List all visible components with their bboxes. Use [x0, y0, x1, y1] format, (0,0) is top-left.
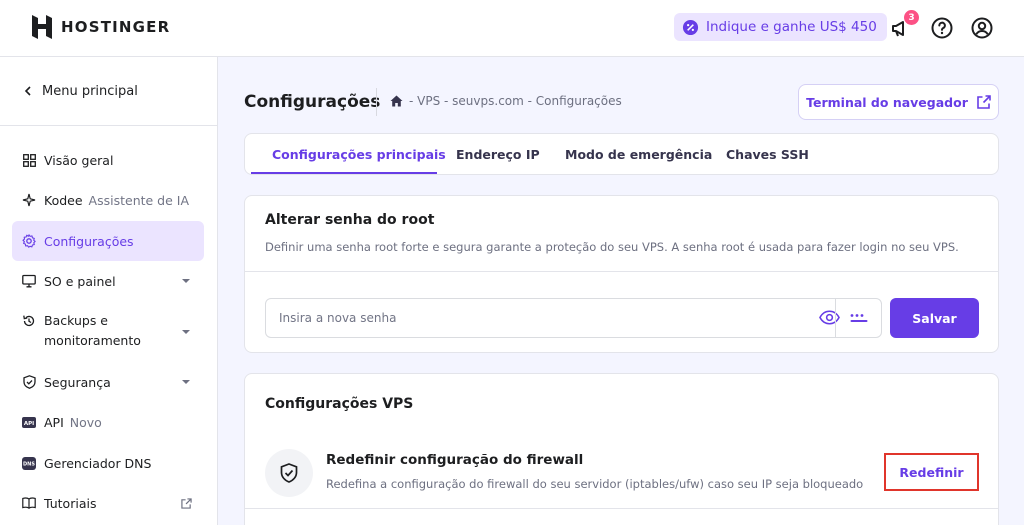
- card-divider: [245, 271, 998, 272]
- sidebar-item-overview[interactable]: Visão geral: [12, 149, 204, 171]
- svg-text:API: API: [24, 421, 34, 427]
- external-link-icon: [181, 497, 192, 509]
- dns-icon: DNS: [22, 456, 36, 470]
- title-divider: [376, 88, 377, 116]
- external-link-icon: [977, 95, 991, 109]
- chevron-down-icon: [182, 380, 190, 384]
- sidebar-item-label: SO e painel: [44, 273, 116, 289]
- root-password-card: Alterar senha do root Definir uma senha …: [244, 195, 999, 353]
- sidebar-item-settings[interactable]: Configurações: [12, 221, 204, 261]
- grid-icon: [22, 153, 36, 167]
- sidebar-item-os-panel[interactable]: SO e painel: [12, 270, 204, 292]
- sidebar-item-label: Segurança: [44, 374, 111, 390]
- sparkle-icon: [22, 193, 36, 207]
- chevron-down-icon: [182, 279, 190, 283]
- sidebar-item-label: Tutoriais: [44, 495, 97, 511]
- book-icon: [22, 496, 36, 510]
- sidebar-item-label: Kodee: [44, 192, 83, 208]
- firewall-reset-description: Redefina a configuração do firewall do s…: [326, 477, 864, 491]
- breadcrumb-path[interactable]: - VPS - seuvps.com - Configurações: [409, 94, 622, 108]
- monitor-icon: [22, 274, 36, 288]
- sidebar-item-label: Visão geral: [44, 152, 114, 168]
- password-placeholder: Insira a nova senha: [279, 311, 397, 325]
- vps-settings-title: Configurações VPS: [265, 396, 414, 412]
- referral-promo-button[interactable]: Indique e ganhe US$ 450: [674, 13, 887, 41]
- sidebar-item-dns[interactable]: DNS Gerenciador DNS: [12, 452, 204, 474]
- sidebar-item-tutorials[interactable]: Tutoriais: [12, 492, 204, 514]
- eye-icon[interactable]: [819, 310, 840, 325]
- help-button[interactable]: [930, 16, 954, 40]
- sidebar-item-label: Gerenciador DNS: [44, 455, 152, 471]
- firewall-icon-wrapper: [265, 449, 313, 497]
- root-password-title: Alterar senha do root: [265, 212, 435, 228]
- browser-terminal-label: Terminal do navegador: [806, 94, 968, 110]
- vps-settings-card: Configurações VPS Redefinir configuração…: [244, 373, 999, 525]
- chevron-down-icon: [182, 330, 190, 334]
- root-password-description: Definir uma senha root forte e segura ga…: [265, 240, 959, 254]
- sidebar-item-label: Backups e monitoramento: [44, 313, 141, 348]
- notifications-button[interactable]: 3: [889, 10, 919, 40]
- chevron-left-icon: [24, 86, 31, 96]
- sidebar-item-security[interactable]: Segurança: [12, 371, 204, 393]
- tab-ssh-keys[interactable]: Chaves SSH: [726, 134, 809, 175]
- user-avatar-icon: [971, 17, 993, 39]
- sidebar-item-extra: Novo: [69, 414, 102, 430]
- hostinger-logo-icon: [32, 15, 52, 39]
- notification-badge: 3: [904, 10, 919, 25]
- input-divider: [835, 299, 836, 337]
- shield-icon: [22, 375, 36, 389]
- sidebar-item-kodee[interactable]: Kodee Assistente de IA: [12, 189, 204, 211]
- sidebar-item-extra: Assistente de IA: [88, 192, 190, 208]
- tab-ip-address[interactable]: Endereço IP: [456, 134, 540, 175]
- browser-terminal-button[interactable]: Terminal do navegador: [798, 84, 999, 120]
- hostinger-logo[interactable]: HOSTINGER: [32, 15, 170, 39]
- breadcrumb: - VPS - seuvps.com - Configurações: [390, 94, 622, 108]
- active-tab-indicator: [251, 172, 437, 174]
- sidebar-item-label: Configurações: [44, 233, 134, 249]
- page-title: Configurações: [244, 92, 381, 112]
- back-to-main-menu[interactable]: Menu principal: [0, 57, 217, 126]
- discount-badge-icon: [682, 19, 699, 35]
- tab-main-settings[interactable]: Configurações principais: [272, 134, 446, 175]
- back-label: Menu principal: [42, 83, 138, 99]
- card-divider: [245, 508, 998, 509]
- account-button[interactable]: [970, 16, 994, 40]
- generate-password-icon[interactable]: [850, 314, 868, 323]
- promo-label: Indique e ganhe US$ 450: [706, 19, 877, 35]
- reset-firewall-button[interactable]: Redefinir: [884, 453, 979, 491]
- sidebar-item-backups[interactable]: Backups e monitoramento: [12, 311, 204, 353]
- sidebar-item-api[interactable]: API API Novo: [12, 411, 204, 433]
- api-icon: API: [22, 415, 36, 429]
- help-icon: [931, 17, 953, 39]
- sidebar: Menu principal Visão geral Kodee Assiste…: [0, 57, 218, 525]
- home-icon[interactable]: [390, 95, 403, 107]
- svg-text:DNS: DNS: [23, 461, 35, 467]
- brand-name: HOSTINGER: [61, 18, 171, 36]
- new-password-input[interactable]: Insira a nova senha: [265, 298, 882, 338]
- save-button[interactable]: Salvar: [890, 298, 979, 338]
- tab-emergency-mode[interactable]: Modo de emergência: [565, 134, 712, 175]
- backup-icon: [22, 314, 36, 328]
- top-bar: HOSTINGER Indique e ganhe US$ 450 3: [0, 0, 1024, 57]
- gear-icon: [22, 234, 36, 248]
- settings-tabs: Configurações principais Endereço IP Mod…: [244, 133, 999, 175]
- shield-check-icon: [280, 463, 298, 483]
- sidebar-item-label: API: [44, 414, 64, 430]
- firewall-reset-title: Redefinir configuração do firewall: [326, 452, 584, 468]
